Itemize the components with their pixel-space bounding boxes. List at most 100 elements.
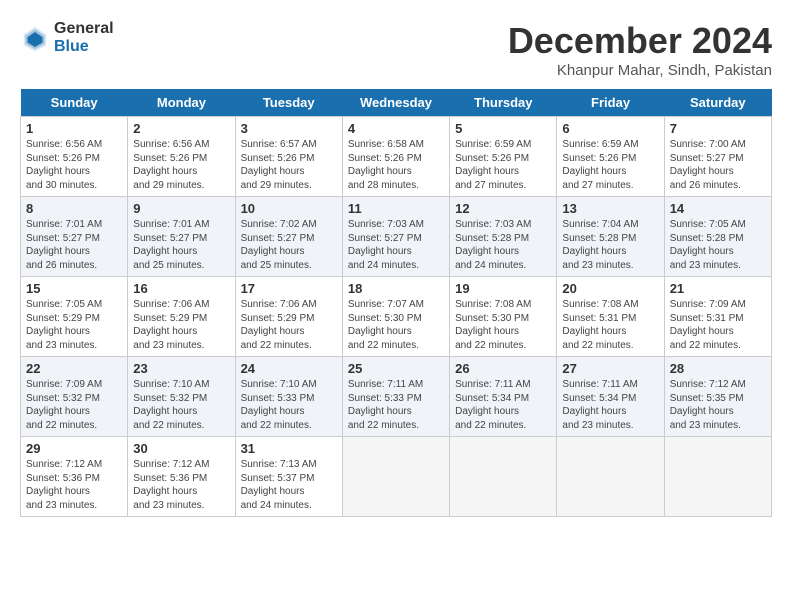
header-wednesday: Wednesday — [342, 89, 449, 117]
calendar-cell: 7 Sunrise: 7:00 AM Sunset: 5:27 PM Dayli… — [664, 117, 771, 197]
day-info: Sunrise: 6:59 AM Sunset: 5:26 PM Dayligh… — [455, 138, 551, 192]
logo-text: General Blue — [54, 20, 114, 55]
day-number: 30 — [133, 441, 229, 456]
day-number: 14 — [670, 201, 766, 216]
day-info: Sunrise: 7:08 AM Sunset: 5:31 PM Dayligh… — [562, 298, 658, 352]
calendar-cell: 26 Sunrise: 7:11 AM Sunset: 5:34 PM Dayl… — [450, 357, 557, 437]
calendar-cell: 18 Sunrise: 7:07 AM Sunset: 5:30 PM Dayl… — [342, 277, 449, 357]
calendar-cell: 22 Sunrise: 7:09 AM Sunset: 5:32 PM Dayl… — [21, 357, 128, 437]
day-info: Sunrise: 6:58 AM Sunset: 5:26 PM Dayligh… — [348, 138, 444, 192]
calendar-header-row: SundayMondayTuesdayWednesdayThursdayFrid… — [21, 89, 772, 117]
day-info: Sunrise: 7:08 AM Sunset: 5:30 PM Dayligh… — [455, 298, 551, 352]
calendar-cell — [557, 437, 664, 517]
day-info: Sunrise: 7:05 AM Sunset: 5:28 PM Dayligh… — [670, 218, 766, 272]
day-number: 8 — [26, 201, 122, 216]
day-info: Sunrise: 7:02 AM Sunset: 5:27 PM Dayligh… — [241, 218, 337, 272]
day-number: 16 — [133, 281, 229, 296]
day-info: Sunrise: 7:05 AM Sunset: 5:29 PM Dayligh… — [26, 298, 122, 352]
title-section: December 2024 Khanpur Mahar, Sindh, Paki… — [508, 20, 772, 79]
calendar-cell: 30 Sunrise: 7:12 AM Sunset: 5:36 PM Dayl… — [128, 437, 235, 517]
day-number: 22 — [26, 361, 122, 376]
day-info: Sunrise: 7:07 AM Sunset: 5:30 PM Dayligh… — [348, 298, 444, 352]
calendar-cell: 19 Sunrise: 7:08 AM Sunset: 5:30 PM Dayl… — [450, 277, 557, 357]
day-number: 4 — [348, 121, 444, 136]
day-number: 24 — [241, 361, 337, 376]
calendar-table: SundayMondayTuesdayWednesdayThursdayFrid… — [20, 89, 772, 517]
day-number: 23 — [133, 361, 229, 376]
day-info: Sunrise: 6:56 AM Sunset: 5:26 PM Dayligh… — [26, 138, 122, 192]
calendar-cell: 11 Sunrise: 7:03 AM Sunset: 5:27 PM Dayl… — [342, 197, 449, 277]
day-number: 31 — [241, 441, 337, 456]
calendar-cell: 3 Sunrise: 6:57 AM Sunset: 5:26 PM Dayli… — [235, 117, 342, 197]
day-number: 25 — [348, 361, 444, 376]
day-number: 15 — [26, 281, 122, 296]
day-info: Sunrise: 7:11 AM Sunset: 5:33 PM Dayligh… — [348, 378, 444, 432]
day-info: Sunrise: 7:06 AM Sunset: 5:29 PM Dayligh… — [241, 298, 337, 352]
logo-general: General — [54, 20, 114, 38]
header-thursday: Thursday — [450, 89, 557, 117]
calendar-cell: 31 Sunrise: 7:13 AM Sunset: 5:37 PM Dayl… — [235, 437, 342, 517]
day-number: 12 — [455, 201, 551, 216]
day-info: Sunrise: 7:04 AM Sunset: 5:28 PM Dayligh… — [562, 218, 658, 272]
day-number: 10 — [241, 201, 337, 216]
header-monday: Monday — [128, 89, 235, 117]
calendar-cell: 14 Sunrise: 7:05 AM Sunset: 5:28 PM Dayl… — [664, 197, 771, 277]
calendar-cell: 10 Sunrise: 7:02 AM Sunset: 5:27 PM Dayl… — [235, 197, 342, 277]
day-number: 5 — [455, 121, 551, 136]
header-saturday: Saturday — [664, 89, 771, 117]
header-sunday: Sunday — [21, 89, 128, 117]
day-number: 19 — [455, 281, 551, 296]
day-info: Sunrise: 7:06 AM Sunset: 5:29 PM Dayligh… — [133, 298, 229, 352]
day-number: 28 — [670, 361, 766, 376]
day-number: 11 — [348, 201, 444, 216]
day-info: Sunrise: 6:56 AM Sunset: 5:26 PM Dayligh… — [133, 138, 229, 192]
calendar-cell: 29 Sunrise: 7:12 AM Sunset: 5:36 PM Dayl… — [21, 437, 128, 517]
day-number: 7 — [670, 121, 766, 136]
logo: General Blue — [20, 20, 114, 55]
header-friday: Friday — [557, 89, 664, 117]
day-info: Sunrise: 6:59 AM Sunset: 5:26 PM Dayligh… — [562, 138, 658, 192]
day-number: 1 — [26, 121, 122, 136]
logo-blue: Blue — [54, 38, 114, 56]
day-info: Sunrise: 7:11 AM Sunset: 5:34 PM Dayligh… — [562, 378, 658, 432]
day-info: Sunrise: 7:11 AM Sunset: 5:34 PM Dayligh… — [455, 378, 551, 432]
calendar-cell: 23 Sunrise: 7:10 AM Sunset: 5:32 PM Dayl… — [128, 357, 235, 437]
calendar-cell: 4 Sunrise: 6:58 AM Sunset: 5:26 PM Dayli… — [342, 117, 449, 197]
day-number: 18 — [348, 281, 444, 296]
calendar-cell: 28 Sunrise: 7:12 AM Sunset: 5:35 PM Dayl… — [664, 357, 771, 437]
day-info: Sunrise: 7:03 AM Sunset: 5:28 PM Dayligh… — [455, 218, 551, 272]
calendar-week-1: 1 Sunrise: 6:56 AM Sunset: 5:26 PM Dayli… — [21, 117, 772, 197]
day-info: Sunrise: 7:09 AM Sunset: 5:31 PM Dayligh… — [670, 298, 766, 352]
calendar-cell: 13 Sunrise: 7:04 AM Sunset: 5:28 PM Dayl… — [557, 197, 664, 277]
day-info: Sunrise: 7:10 AM Sunset: 5:32 PM Dayligh… — [133, 378, 229, 432]
location: Khanpur Mahar, Sindh, Pakistan — [508, 62, 772, 79]
calendar-week-5: 29 Sunrise: 7:12 AM Sunset: 5:36 PM Dayl… — [21, 437, 772, 517]
calendar-cell: 15 Sunrise: 7:05 AM Sunset: 5:29 PM Dayl… — [21, 277, 128, 357]
page-header: General Blue December 2024 Khanpur Mahar… — [20, 20, 772, 79]
logo-icon — [20, 23, 50, 53]
day-number: 6 — [562, 121, 658, 136]
header-tuesday: Tuesday — [235, 89, 342, 117]
calendar-cell: 20 Sunrise: 7:08 AM Sunset: 5:31 PM Dayl… — [557, 277, 664, 357]
calendar-cell: 1 Sunrise: 6:56 AM Sunset: 5:26 PM Dayli… — [21, 117, 128, 197]
day-info: Sunrise: 7:09 AM Sunset: 5:32 PM Dayligh… — [26, 378, 122, 432]
calendar-cell: 9 Sunrise: 7:01 AM Sunset: 5:27 PM Dayli… — [128, 197, 235, 277]
day-number: 2 — [133, 121, 229, 136]
day-number: 9 — [133, 201, 229, 216]
calendar-cell: 12 Sunrise: 7:03 AM Sunset: 5:28 PM Dayl… — [450, 197, 557, 277]
calendar-cell: 16 Sunrise: 7:06 AM Sunset: 5:29 PM Dayl… — [128, 277, 235, 357]
day-info: Sunrise: 7:13 AM Sunset: 5:37 PM Dayligh… — [241, 458, 337, 512]
calendar-cell: 27 Sunrise: 7:11 AM Sunset: 5:34 PM Dayl… — [557, 357, 664, 437]
day-number: 13 — [562, 201, 658, 216]
calendar-cell: 6 Sunrise: 6:59 AM Sunset: 5:26 PM Dayli… — [557, 117, 664, 197]
calendar-cell — [342, 437, 449, 517]
month-title: December 2024 — [508, 20, 772, 62]
day-number: 3 — [241, 121, 337, 136]
calendar-week-2: 8 Sunrise: 7:01 AM Sunset: 5:27 PM Dayli… — [21, 197, 772, 277]
calendar-cell: 17 Sunrise: 7:06 AM Sunset: 5:29 PM Dayl… — [235, 277, 342, 357]
calendar-week-4: 22 Sunrise: 7:09 AM Sunset: 5:32 PM Dayl… — [21, 357, 772, 437]
calendar-cell — [664, 437, 771, 517]
day-number: 29 — [26, 441, 122, 456]
day-info: Sunrise: 7:12 AM Sunset: 5:36 PM Dayligh… — [133, 458, 229, 512]
day-info: Sunrise: 7:01 AM Sunset: 5:27 PM Dayligh… — [133, 218, 229, 272]
